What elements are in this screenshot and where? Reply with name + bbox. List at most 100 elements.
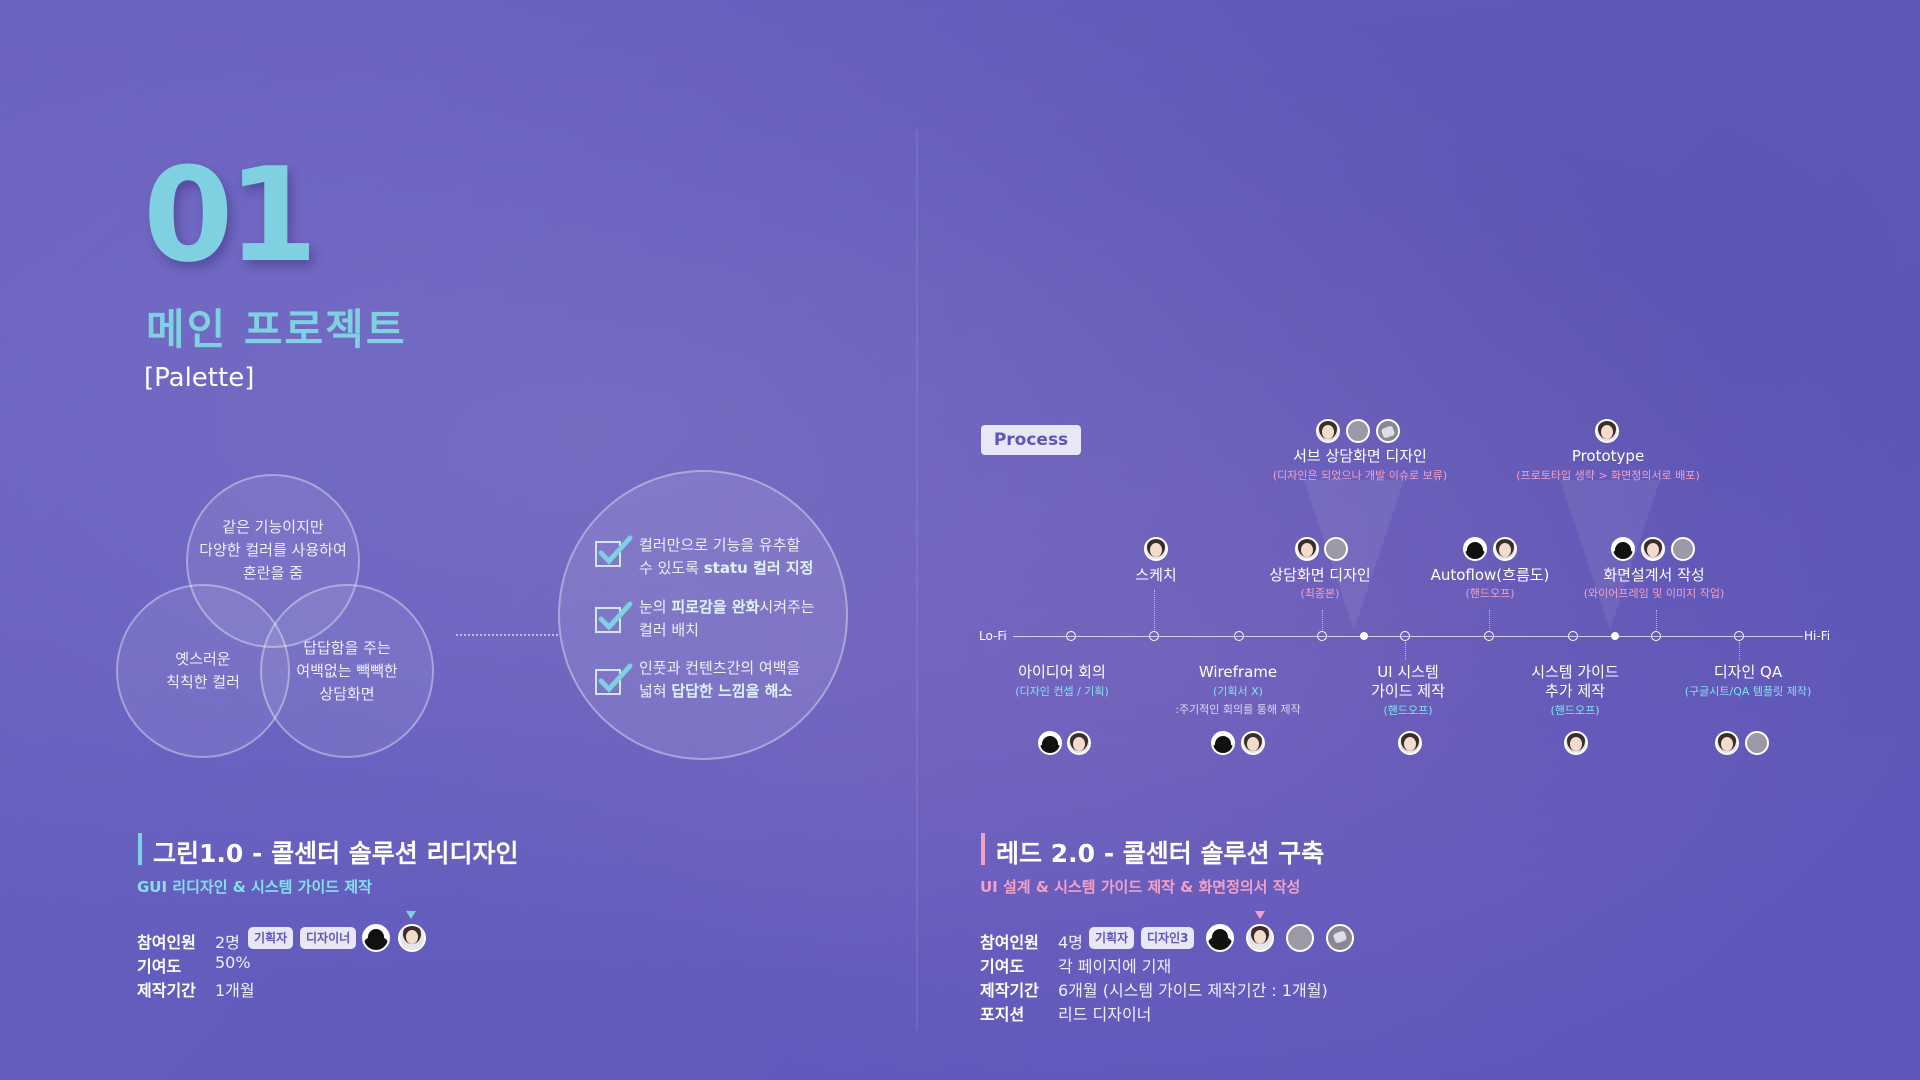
avatar <box>1595 419 1619 443</box>
avatar <box>1715 731 1739 755</box>
step-label: Autoflow(흐름도) <box>1430 566 1550 584</box>
avatar <box>1206 924 1234 952</box>
avatar <box>1346 419 1370 443</box>
project-subtitle: GUI 리디자인 & 시스템 가이드 제작 <box>137 878 372 896</box>
step-sub: (기획서 X) <box>1213 685 1263 698</box>
connector-dotted-line <box>1405 642 1406 660</box>
step-label: Wireframe <box>1198 663 1278 681</box>
row-label: 참여인원 <box>137 933 196 952</box>
project-subtitle: UI 설계 & 시스템 가이드 제작 & 화면정의서 작성 <box>980 878 1301 896</box>
avatar <box>1376 419 1400 443</box>
connector-dotted-line <box>1656 610 1657 630</box>
avatar <box>1286 924 1314 952</box>
role-tag: 디자이너 <box>300 927 357 949</box>
avatar <box>1324 537 1348 561</box>
step-sub: (핸드오프) <box>1383 704 1433 717</box>
step-sub: (최종본) <box>1300 587 1340 600</box>
step-label: 아이디어 회의 <box>1018 663 1106 681</box>
row-label: 제작기간 <box>137 981 196 1000</box>
avatar <box>1745 731 1769 755</box>
connector-dotted-line <box>1322 610 1323 630</box>
avatar <box>1398 731 1422 755</box>
avatar <box>362 924 390 952</box>
avatar <box>1241 731 1265 755</box>
solution-item-3: 인풋과 컨텐츠간의 여백을 넓혀 답답한 느낌을 해소 <box>639 659 801 700</box>
role-tag: 기획자 <box>248 927 294 949</box>
avatar <box>1067 731 1091 755</box>
project-title: 그린1.0 - 콜센터 솔루션 리디자인 <box>153 839 519 868</box>
step-sub: (디자인 컨셉 / 기획) <box>1015 685 1109 698</box>
avatar <box>1144 537 1168 561</box>
row-label: 포지션 <box>980 1005 1025 1024</box>
problem-text-left: 옛스러운 칙칙한 컬러 <box>166 650 240 691</box>
step-label: 상담화면 디자인 <box>1269 566 1371 584</box>
row-value: 리드 디자이너 <box>1058 1005 1152 1024</box>
connector-dotted-line <box>1154 590 1155 630</box>
step-label: 디자인 QA <box>1713 663 1783 681</box>
avatar <box>1326 924 1354 952</box>
checkbox-icon <box>595 601 633 633</box>
avatar <box>1211 731 1235 755</box>
row-label: 제작기간 <box>980 981 1039 1000</box>
timeline-node <box>1651 631 1661 641</box>
section-divider <box>916 130 918 1030</box>
self-marker-icon <box>406 911 416 919</box>
row-value: 4명 <box>1058 933 1083 952</box>
problem-circle-right: 답답함을 주는 여백없는 빽빽한 상담화면 <box>260 584 434 758</box>
step-label: Prototype <box>1571 447 1645 465</box>
avatar <box>1316 419 1340 443</box>
role-tag: 디자인3 <box>1141 927 1195 949</box>
page-title: 메인 프로젝트 <box>146 305 407 354</box>
row-label: 기여도 <box>980 957 1025 976</box>
row-value: 1개월 <box>215 981 255 1000</box>
avatar <box>1564 731 1588 755</box>
step-sub: (디자인은 되었으나 개발 이슈로 보류) <box>1272 469 1448 482</box>
step-sub: (핸드오프) <box>1465 587 1515 600</box>
problem-text-top: 같은 기능이지만 다양한 컬러를 사용하여 혼란을 줌 <box>199 518 347 582</box>
connector-dotted-line <box>1739 642 1740 660</box>
step-label: 스케치 <box>1135 566 1177 584</box>
step-sub: (프로토타입 생략 > 화면정의서로 배포) <box>1516 469 1700 482</box>
timeline-node <box>1611 632 1619 640</box>
timeline-node <box>1234 631 1244 641</box>
avatar <box>1671 537 1695 561</box>
row-value: 6개월 (시스템 가이드 제작기간 : 1개월) <box>1058 981 1328 1000</box>
timeline-node <box>1317 631 1327 641</box>
callout-wedge <box>1304 480 1404 630</box>
timeline-node <box>1484 631 1494 641</box>
checkbox-icon <box>595 663 633 695</box>
avatar <box>1038 731 1062 755</box>
timeline-end-label: Hi-Fi <box>1804 629 1831 643</box>
avatar <box>398 924 426 952</box>
connector-dotted-line <box>456 634 558 636</box>
problem-text-right: 답답함을 주는 여백없는 빽빽한 상담화면 <box>296 638 398 703</box>
timeline-node <box>1400 631 1410 641</box>
timeline-node <box>1066 631 1076 641</box>
section-number: 01 <box>143 139 318 291</box>
project-title: 레드 2.0 - 콜센터 솔루션 구축 <box>996 839 1325 868</box>
step-label: 시스템 가이드 추가 제작 <box>1531 663 1619 700</box>
role-tag: 기획자 <box>1089 927 1135 949</box>
avatar <box>1493 537 1517 561</box>
step-sub: (구글시트/QA 템플릿 제작) <box>1684 685 1812 698</box>
solution-item-1: 컬러만으로 기능을 유추할 수 있도록 statu 컬러 지정 <box>639 536 814 577</box>
timeline-node <box>1360 632 1368 640</box>
timeline-node <box>1568 631 1578 641</box>
timeline-start-label: Lo-Fi <box>979 629 1007 643</box>
row-value: 각 페이지에 기재 <box>1058 957 1172 976</box>
step-label: UI 시스템 가이드 제작 <box>1371 663 1445 700</box>
project-accent-bar <box>138 833 142 865</box>
row-value: 2명 <box>215 933 240 952</box>
connector-dotted-line <box>1489 610 1490 630</box>
project-accent-bar <box>981 833 985 865</box>
checkbox-icon <box>595 535 633 567</box>
step-sub: (핸드오프) <box>1550 704 1600 717</box>
avatar <box>1295 537 1319 561</box>
avatar <box>1463 537 1487 561</box>
avatar <box>1641 537 1665 561</box>
step-note: :주기적인 회의를 통해 제작 <box>1175 703 1301 716</box>
process-badge: Process <box>981 425 1081 455</box>
step-label: 서브 상담화면 디자인 <box>1293 447 1427 465</box>
step-label: 화면설계서 작성 <box>1603 566 1705 584</box>
row-value: 50% <box>215 953 251 972</box>
